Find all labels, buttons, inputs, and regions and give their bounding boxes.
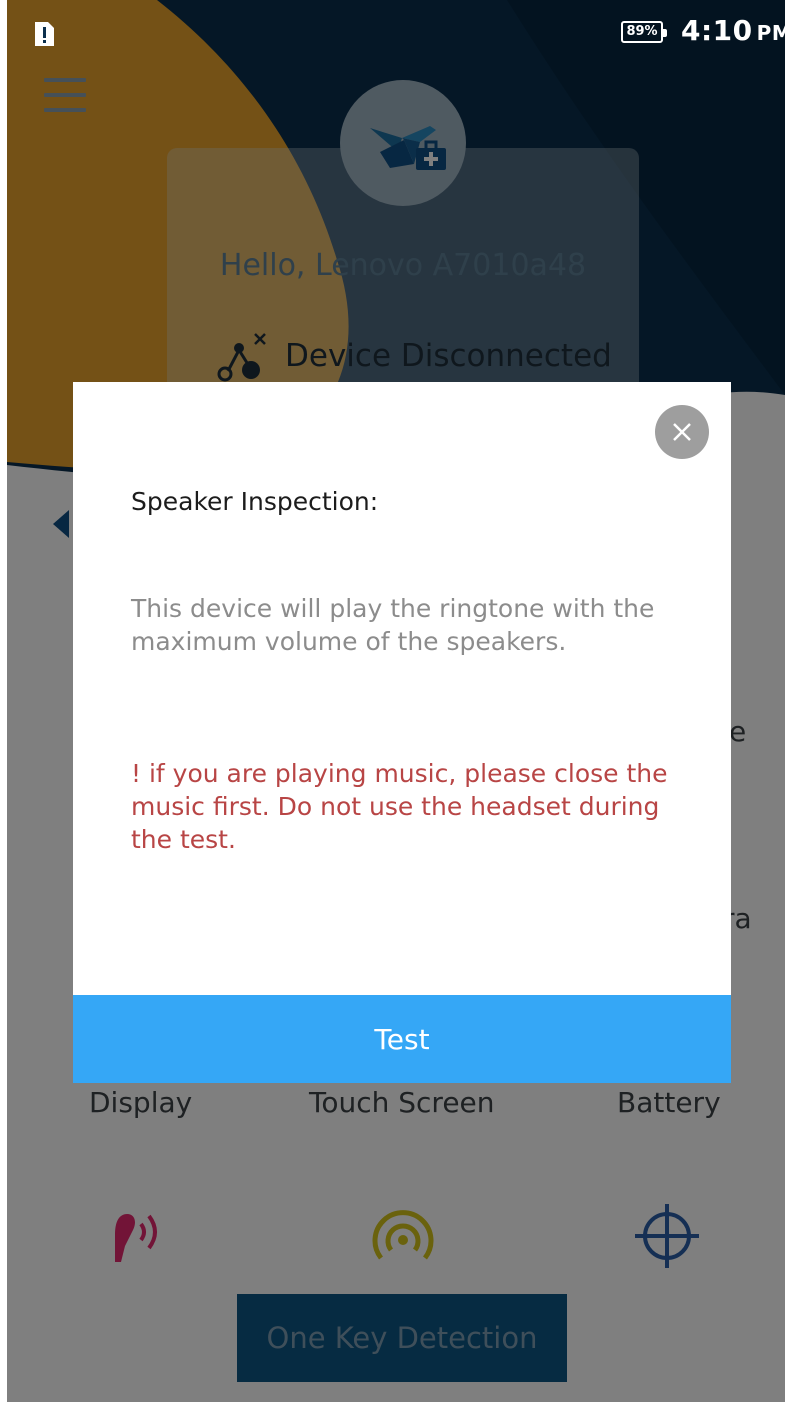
dialog-warning: ! if you are playing music, please close… [131,759,668,854]
dialog-body: This device will play the ringtone with … [131,594,655,656]
clock: 4:10 PM [681,14,785,47]
close-icon [673,423,691,441]
dialog-title: Speaker Inspection: [131,487,379,516]
battery-indicator: 89% [621,21,667,43]
test-button[interactable]: Test [73,995,731,1083]
sim-alert-icon [35,22,54,46]
speaker-inspection-dialog: Speaker Inspection: This device will pla… [73,382,731,1083]
clock-ampm: PM [756,21,785,45]
clock-time: 4:10 [681,14,753,47]
status-bar: 89% 4:10 PM [7,0,785,70]
app-screen: 89% 4:10PM Hello, Lenovo A7010a48 Device… [7,0,785,1402]
close-button[interactable] [655,405,709,459]
